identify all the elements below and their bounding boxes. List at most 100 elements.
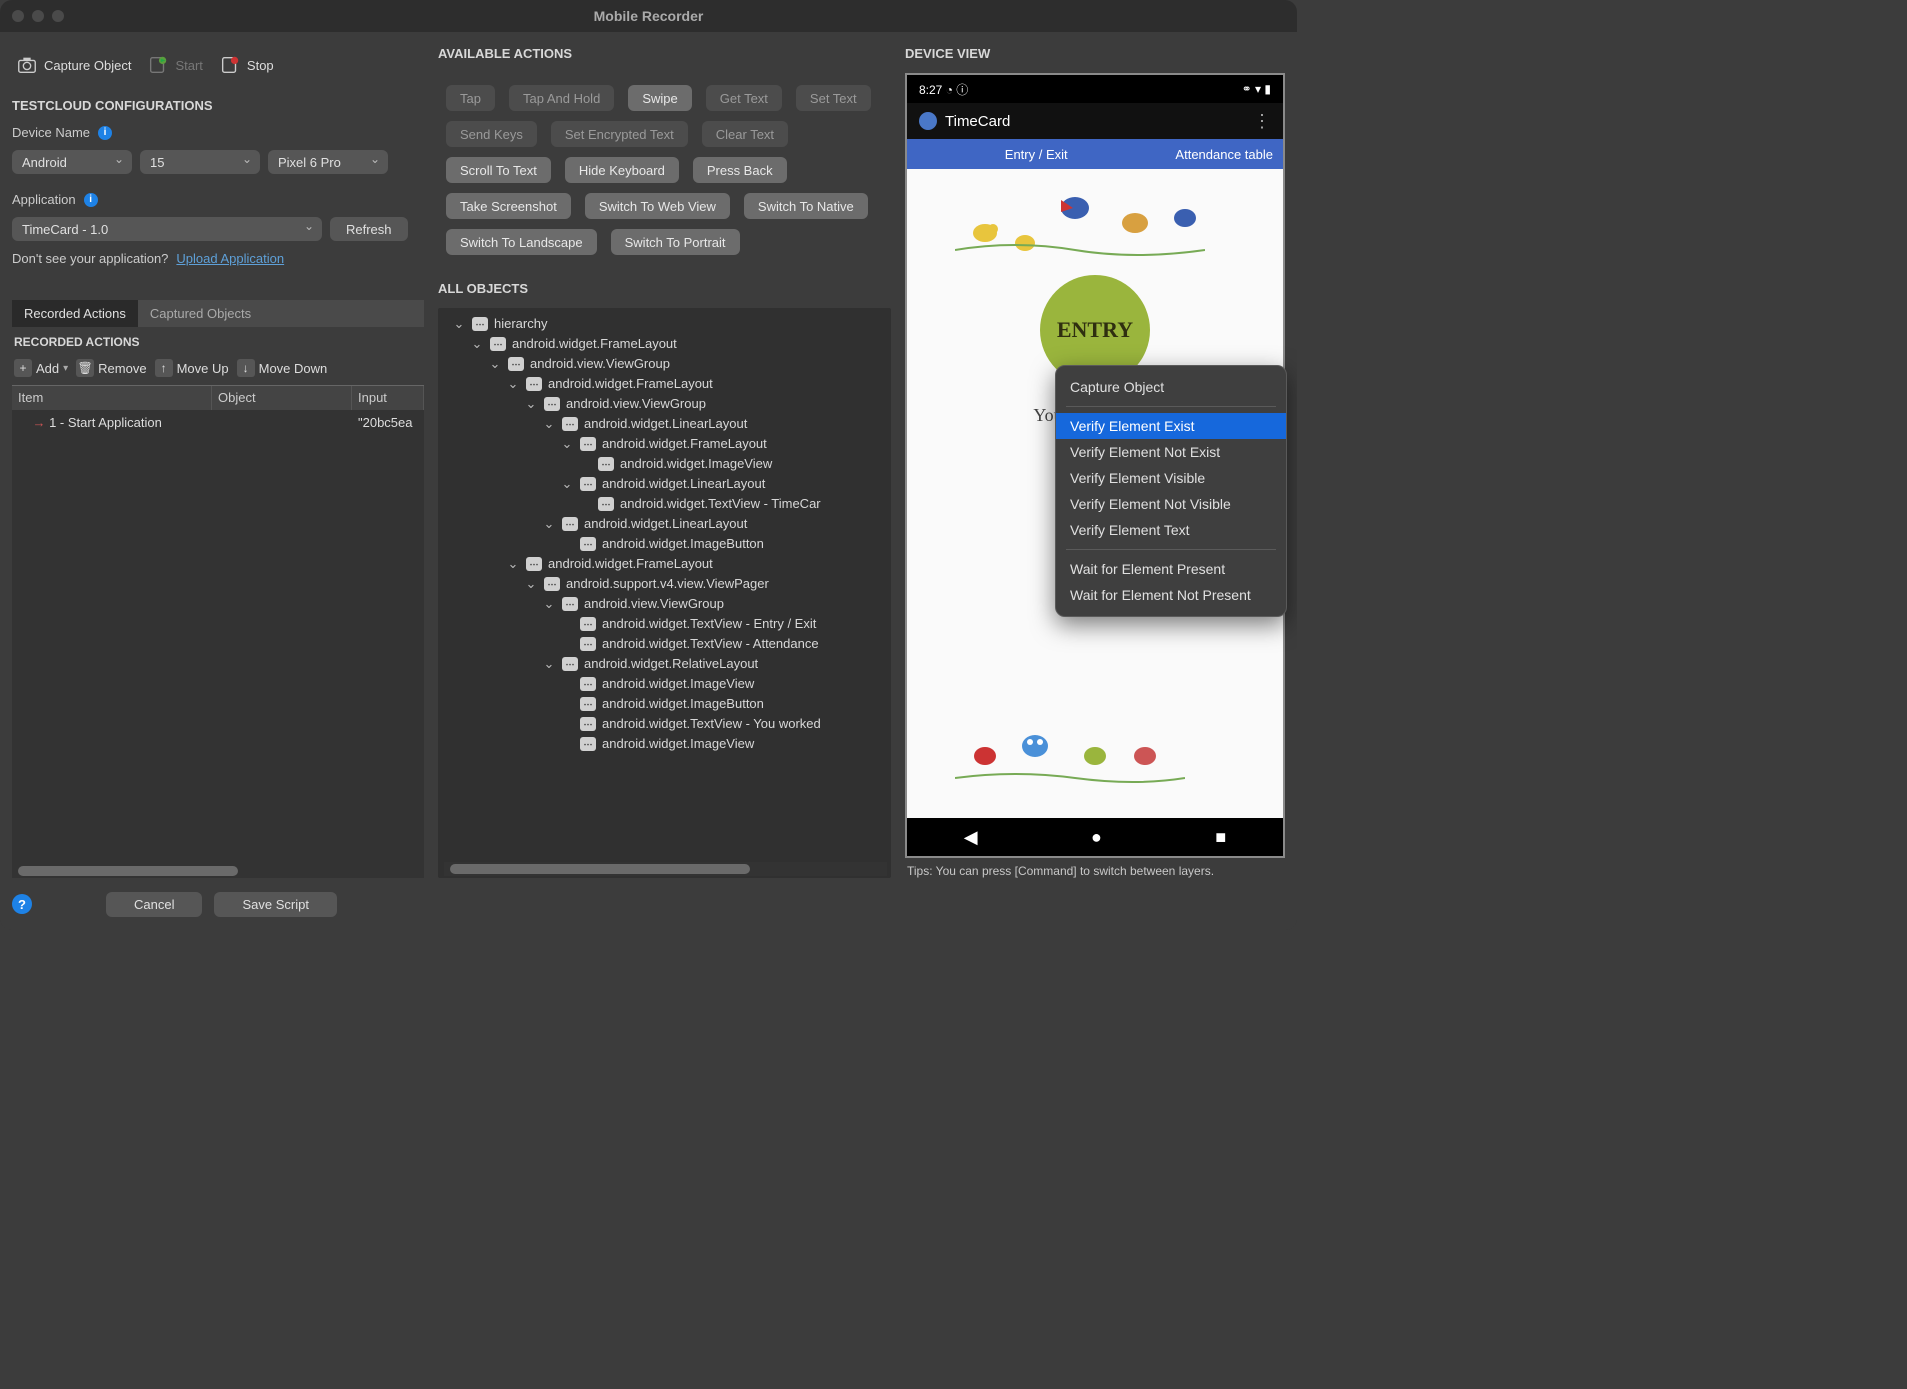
tree-node[interactable]: ⋯android.widget.TextView - Entry / Exit <box>444 614 887 634</box>
tree-twisty-icon[interactable]: ⌄ <box>560 434 574 454</box>
minimize-window-icon[interactable] <box>32 10 44 22</box>
tree-node[interactable]: ⋯android.widget.ImageView <box>444 454 887 474</box>
tree-twisty-icon[interactable]: ⌄ <box>524 394 538 414</box>
tree-twisty-icon[interactable] <box>560 734 574 754</box>
help-icon[interactable]: ? <box>12 894 32 914</box>
tree-node[interactable]: ⌄⋯android.widget.LinearLayout <box>444 514 887 534</box>
tree-node[interactable]: ⌄⋯android.support.v4.view.ViewPager <box>444 574 887 594</box>
context-item-verify-element-text[interactable]: Verify Element Text <box>1056 517 1286 543</box>
overflow-menu-icon[interactable]: ⋮ <box>1253 111 1271 132</box>
tree-twisty-icon[interactable] <box>560 674 574 694</box>
col-input[interactable]: Input <box>352 386 424 410</box>
tree-node[interactable]: ⋯android.widget.TextView - You worked <box>444 714 887 734</box>
info-icon[interactable]: i <box>98 126 112 140</box>
add-button[interactable]: + Add ▾ <box>14 359 68 377</box>
action-tap[interactable]: Tap <box>446 85 495 111</box>
cancel-button[interactable]: Cancel <box>106 892 202 917</box>
tree-node[interactable]: ⋯android.widget.ImageButton <box>444 694 887 714</box>
context-item-verify-element-not-visible[interactable]: Verify Element Not Visible <box>1056 491 1286 517</box>
action-take-screenshot[interactable]: Take Screenshot <box>446 193 571 219</box>
context-item-verify-element-not-exist[interactable]: Verify Element Not Exist <box>1056 439 1286 465</box>
context-item-capture-object[interactable]: Capture Object <box>1056 374 1286 400</box>
tree-twisty-icon[interactable]: ⌄ <box>506 374 520 394</box>
tree-twisty-icon[interactable] <box>560 614 574 634</box>
tab-recorded-actions[interactable]: Recorded Actions <box>12 300 138 327</box>
tree-twisty-icon[interactable]: ⌄ <box>542 514 556 534</box>
application-select[interactable]: TimeCard - 1.0 <box>12 217 322 241</box>
action-send-keys[interactable]: Send Keys <box>446 121 537 147</box>
tree-twisty-icon[interactable]: ⌄ <box>542 654 556 674</box>
remove-button[interactable]: 🗑 Remove <box>76 359 146 377</box>
action-clear-text[interactable]: Clear Text <box>702 121 788 147</box>
upload-link[interactable]: Upload Application <box>176 251 284 266</box>
action-switch-to-portrait[interactable]: Switch To Portrait <box>611 229 740 255</box>
tree-twisty-icon[interactable]: ⌄ <box>470 334 484 354</box>
tree-node[interactable]: ⌄⋯android.widget.FrameLayout <box>444 434 887 454</box>
platform-select[interactable]: Android <box>12 150 132 174</box>
table-row[interactable]: → 1 - Start Application"20bc5ea <box>12 410 424 434</box>
action-set-encrypted-text[interactable]: Set Encrypted Text <box>551 121 688 147</box>
tree-node[interactable]: ⋯android.widget.TextView - Attendance <box>444 634 887 654</box>
action-get-text[interactable]: Get Text <box>706 85 782 111</box>
capture-object-button[interactable]: Capture Object <box>12 50 135 80</box>
tree-twisty-icon[interactable]: ⌄ <box>560 474 574 494</box>
save-script-button[interactable]: Save Script <box>214 892 336 917</box>
tree-node[interactable]: ⌄⋯android.view.ViewGroup <box>444 354 887 374</box>
tree-node[interactable]: ⌄⋯android.widget.RelativeLayout <box>444 654 887 674</box>
nav-back-icon[interactable]: ◀ <box>964 827 978 848</box>
context-item-wait-for-element-not-present[interactable]: Wait for Element Not Present <box>1056 582 1286 608</box>
maximize-window-icon[interactable] <box>52 10 64 22</box>
tree-twisty-icon[interactable] <box>560 694 574 714</box>
action-set-text[interactable]: Set Text <box>796 85 871 111</box>
nav-home-icon[interactable]: ● <box>1091 827 1102 848</box>
horizontal-scrollbar[interactable] <box>12 864 424 878</box>
tree-twisty-icon[interactable] <box>560 534 574 554</box>
context-item-wait-for-element-present[interactable]: Wait for Element Present <box>1056 556 1286 582</box>
nav-recent-icon[interactable]: ■ <box>1215 827 1226 848</box>
app-tab-attendance[interactable]: Attendance table <box>1165 147 1283 162</box>
horizontal-scrollbar[interactable] <box>444 862 887 876</box>
close-window-icon[interactable] <box>12 10 24 22</box>
tree-node[interactable]: ⌄⋯android.widget.FrameLayout <box>444 334 887 354</box>
refresh-button[interactable]: Refresh <box>330 217 408 241</box>
action-switch-to-landscape[interactable]: Switch To Landscape <box>446 229 597 255</box>
action-press-back[interactable]: Press Back <box>693 157 787 183</box>
tree-node[interactable]: ⌄⋯android.widget.LinearLayout <box>444 414 887 434</box>
moveup-button[interactable]: ↑ Move Up <box>155 359 229 377</box>
col-item[interactable]: Item <box>12 386 212 410</box>
tree-node[interactable]: ⋯android.widget.ImageButton <box>444 534 887 554</box>
tree-twisty-icon[interactable] <box>560 714 574 734</box>
tree-node[interactable]: ⌄⋯android.widget.FrameLayout <box>444 554 887 574</box>
tree-twisty-icon[interactable]: ⌄ <box>524 574 538 594</box>
tree-twisty-icon[interactable]: ⌄ <box>542 414 556 434</box>
action-swipe[interactable]: Swipe <box>628 85 691 111</box>
col-object[interactable]: Object <box>212 386 352 410</box>
tree-node[interactable]: ⌄⋯android.view.ViewGroup <box>444 394 887 414</box>
info-icon[interactable]: i <box>84 193 98 207</box>
version-select[interactable]: 15 <box>140 150 260 174</box>
stop-button[interactable]: Stop <box>215 50 278 80</box>
tree-node[interactable]: ⋯android.widget.ImageView <box>444 674 887 694</box>
tree-twisty-icon[interactable]: ⌄ <box>452 314 466 334</box>
tree-twisty-icon[interactable] <box>578 494 592 514</box>
tree-node[interactable]: ⌄⋯android.widget.LinearLayout <box>444 474 887 494</box>
tree-twisty-icon[interactable] <box>560 634 574 654</box>
device-select[interactable]: Pixel 6 Pro <box>268 150 388 174</box>
context-item-verify-element-exist[interactable]: Verify Element Exist <box>1056 413 1286 439</box>
tree-twisty-icon[interactable] <box>578 454 592 474</box>
action-switch-to-native[interactable]: Switch To Native <box>744 193 868 219</box>
action-scroll-to-text[interactable]: Scroll To Text <box>446 157 551 183</box>
movedown-button[interactable]: ↓ Move Down <box>237 359 328 377</box>
action-tap-and-hold[interactable]: Tap And Hold <box>509 85 614 111</box>
action-switch-to-web-view[interactable]: Switch To Web View <box>585 193 730 219</box>
start-button[interactable]: Start <box>143 50 206 80</box>
tree-node[interactable]: ⌄⋯android.widget.FrameLayout <box>444 374 887 394</box>
app-tab-entry-exit[interactable]: Entry / Exit <box>907 147 1165 162</box>
tree-twisty-icon[interactable]: ⌄ <box>506 554 520 574</box>
action-hide-keyboard[interactable]: Hide Keyboard <box>565 157 679 183</box>
tree-node[interactable]: ⌄⋯hierarchy <box>444 314 887 334</box>
tree-twisty-icon[interactable]: ⌄ <box>542 594 556 614</box>
context-item-verify-element-visible[interactable]: Verify Element Visible <box>1056 465 1286 491</box>
tab-captured-objects[interactable]: Captured Objects <box>138 300 263 327</box>
tree-twisty-icon[interactable]: ⌄ <box>488 354 502 374</box>
